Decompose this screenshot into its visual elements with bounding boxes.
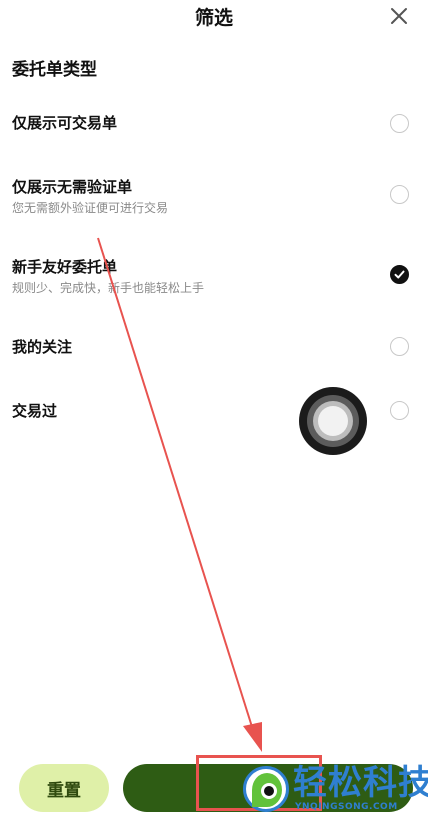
option-description: 您无需额外验证便可进行交易 xyxy=(12,201,169,215)
option-label: 仅展示可交易单 xyxy=(12,114,118,132)
radio-button[interactable] xyxy=(390,401,409,420)
option-label: 交易过 xyxy=(12,402,58,420)
checkmark-icon xyxy=(394,270,405,279)
option-no-verification[interactable]: 仅展示无需验证单 您无需额外验证便可进行交易 xyxy=(0,174,428,218)
section-title: 委托单类型 xyxy=(12,60,97,80)
radio-button[interactable] xyxy=(390,114,409,133)
filter-header: 筛选 xyxy=(0,0,428,34)
option-tradable-only[interactable]: 仅展示可交易单 xyxy=(0,110,428,140)
option-following[interactable]: 我的关注 xyxy=(0,334,428,364)
close-icon xyxy=(391,8,407,24)
watermark-logo-icon xyxy=(243,766,289,812)
option-description: 规则少、完成快，新手也能轻松上手 xyxy=(12,281,205,295)
close-button[interactable] xyxy=(388,5,410,27)
option-label: 新手友好委托单 xyxy=(12,258,118,276)
radio-button[interactable] xyxy=(390,337,409,356)
watermark-domain: YNQINGSONG.COM xyxy=(295,802,398,812)
option-label: 仅展示无需验证单 xyxy=(12,178,133,196)
watermark-text: 轻松科技 xyxy=(293,763,428,803)
page-title: 筛选 xyxy=(194,7,233,29)
assistive-touch-button[interactable] xyxy=(299,387,367,455)
watermark: 轻松科技 YNQINGSONG.COM xyxy=(243,764,428,814)
radio-button-checked[interactable] xyxy=(390,265,409,284)
option-label: 我的关注 xyxy=(12,338,73,356)
reset-button[interactable]: 重置 xyxy=(19,764,109,812)
option-newbie-friendly[interactable]: 新手友好委托单 规则少、完成快，新手也能轻松上手 xyxy=(0,254,428,298)
radio-button[interactable] xyxy=(390,185,409,204)
